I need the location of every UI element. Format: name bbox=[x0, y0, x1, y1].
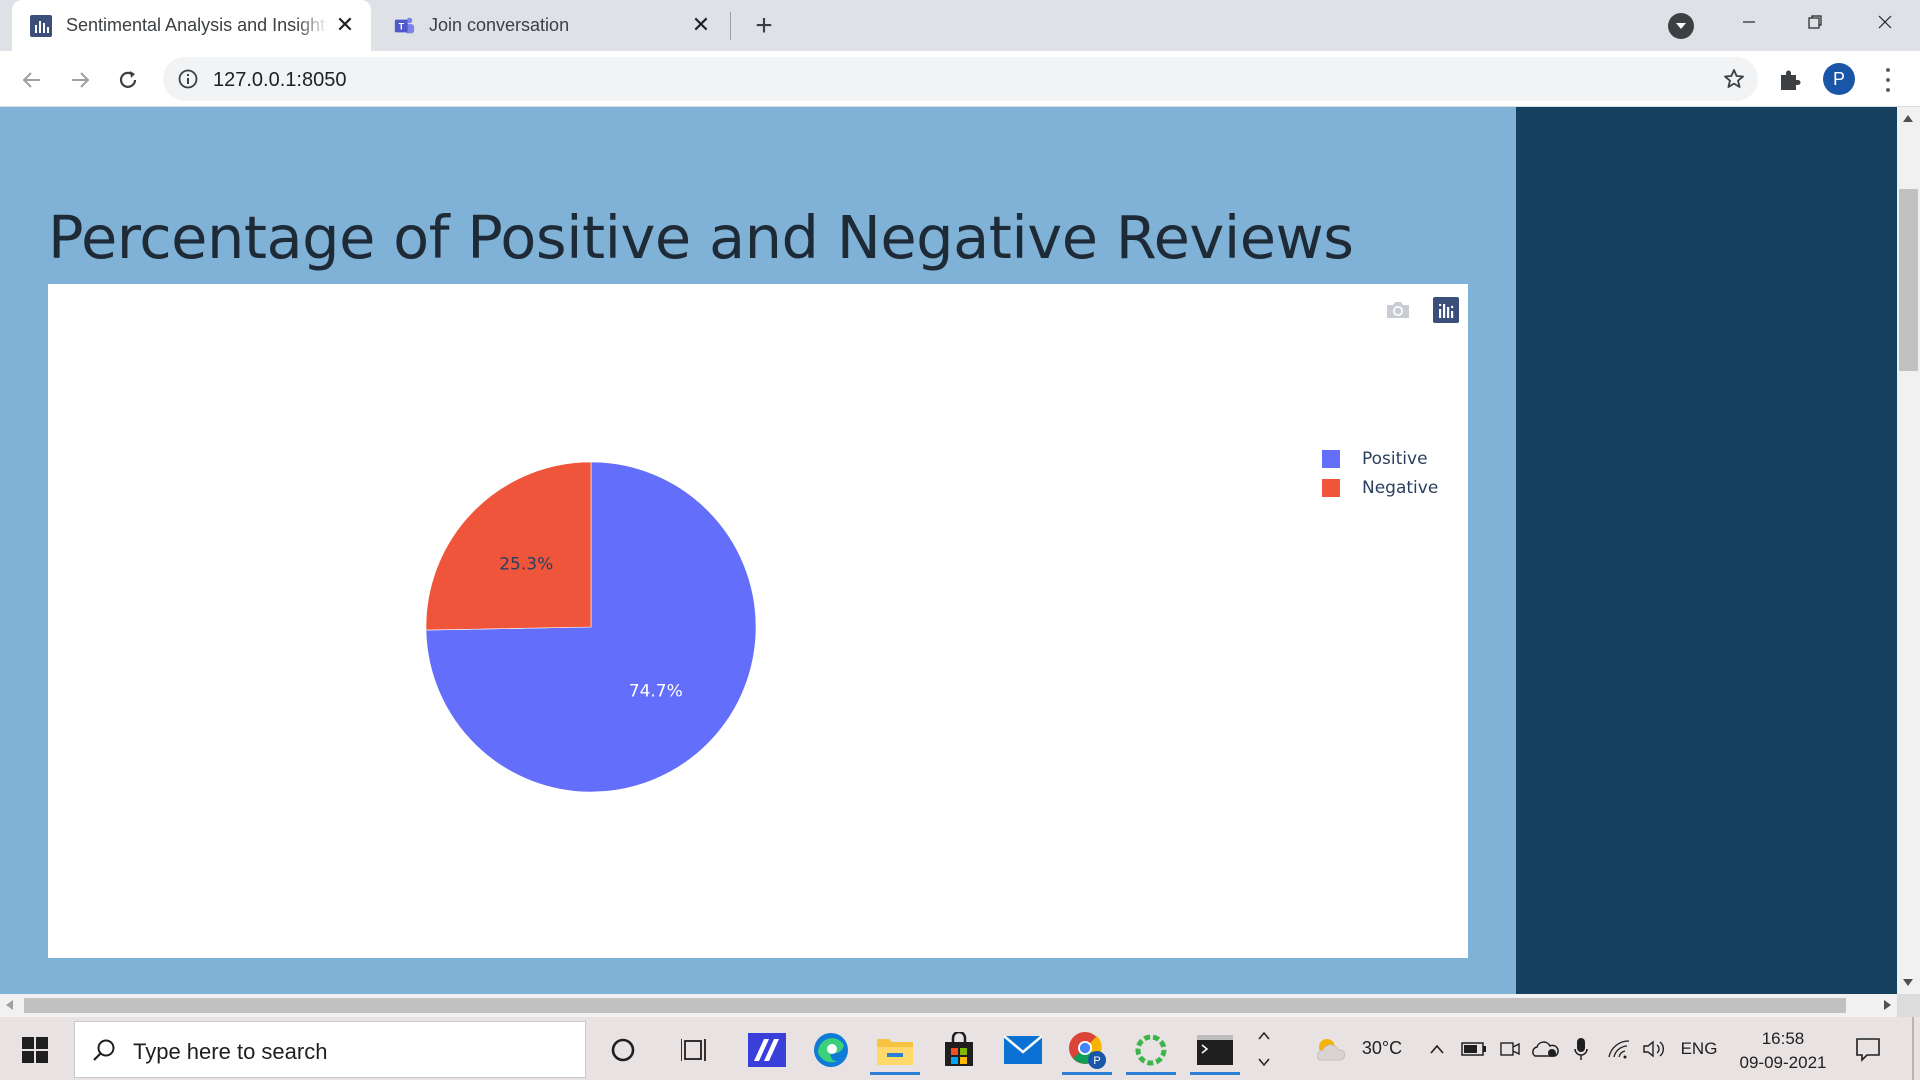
wifi-icon[interactable] bbox=[1604, 1017, 1634, 1080]
more-menu-icon[interactable] bbox=[1878, 65, 1898, 95]
legend-item-negative[interactable]: Negative bbox=[1322, 473, 1438, 502]
reload-button[interactable] bbox=[111, 63, 145, 97]
restore-button[interactable] bbox=[1782, 0, 1848, 44]
profile-avatar[interactable]: P bbox=[1823, 63, 1855, 95]
clock-date: 09-09-2021 bbox=[1739, 1053, 1827, 1072]
scroll-right-arrow-icon[interactable] bbox=[1884, 1000, 1891, 1010]
extensions-puzzle-icon[interactable] bbox=[1776, 67, 1802, 93]
close-icon[interactable]: ✕ bbox=[333, 12, 357, 37]
show-desktop-button[interactable] bbox=[1912, 1017, 1914, 1080]
horizontal-scrollbar[interactable] bbox=[0, 994, 1897, 1017]
pie-chart[interactable]: 74.7% 25.3% bbox=[48, 284, 1468, 958]
tab-separator bbox=[730, 12, 731, 40]
scrollbar-corner bbox=[1897, 994, 1920, 1017]
active-app-underline bbox=[1062, 1072, 1112, 1075]
page-viewport: Percentage of Positive and Negative Revi… bbox=[0, 107, 1897, 994]
taskbar-scroll-arrows-icon[interactable] bbox=[1250, 1017, 1278, 1080]
active-app-underline bbox=[1126, 1072, 1176, 1075]
bookmark-star-icon[interactable] bbox=[1722, 67, 1746, 91]
tab-join-conversation[interactable]: T Join conversation ✕ bbox=[375, 0, 727, 51]
tab-sentimental-analysis[interactable]: Sentimental Analysis and Insights ✕ bbox=[12, 0, 371, 51]
refresh-app-icon[interactable] bbox=[1126, 1025, 1176, 1075]
legend-swatch bbox=[1322, 449, 1340, 468]
taskbar-search-box[interactable]: Type here to search bbox=[74, 1021, 586, 1078]
legend-item-positive[interactable]: Positive bbox=[1322, 444, 1438, 473]
search-placeholder: Type here to search bbox=[133, 1039, 328, 1064]
pie-slice-negative[interactable] bbox=[425, 461, 592, 631]
tab-strip: Sentimental Analysis and Insights ✕ T Jo… bbox=[0, 0, 1920, 51]
info-icon[interactable] bbox=[177, 68, 199, 90]
side-panel bbox=[1516, 107, 1897, 994]
pie-slice-label: 25.3% bbox=[499, 554, 553, 574]
task-view-icon[interactable] bbox=[670, 1025, 720, 1075]
dash-bar-chart-icon bbox=[30, 14, 52, 37]
clock-time: 16:58 bbox=[1761, 1029, 1805, 1048]
pie-chart-card: 74.7% 25.3% Positive Negative bbox=[48, 284, 1468, 958]
vertical-scrollbar[interactable] bbox=[1897, 107, 1920, 994]
chart-legend: Positive Negative bbox=[1322, 444, 1438, 502]
weather-icon[interactable] bbox=[1310, 1017, 1350, 1080]
meet-now-icon[interactable] bbox=[1496, 1017, 1524, 1080]
edge-icon[interactable] bbox=[806, 1025, 856, 1075]
url-text: 127.0.0.1:8050 bbox=[213, 69, 347, 91]
input-language[interactable]: ENG bbox=[1676, 1017, 1722, 1080]
tab-title: Join conversation bbox=[429, 15, 570, 35]
plotly-logo-icon[interactable] bbox=[1432, 296, 1460, 324]
scroll-down-arrow-icon[interactable] bbox=[1903, 979, 1913, 986]
windows-taskbar: Type here to search P 30°C ENG 16:58 09-… bbox=[0, 1017, 1920, 1080]
page-title: Percentage of Positive and Negative Revi… bbox=[48, 203, 1354, 272]
notification-center-icon[interactable] bbox=[1853, 1034, 1883, 1064]
volume-icon[interactable] bbox=[1640, 1017, 1670, 1080]
scroll-left-arrow-icon[interactable] bbox=[6, 1000, 13, 1010]
legend-swatch bbox=[1322, 478, 1340, 497]
legend-label: Positive bbox=[1362, 448, 1428, 469]
teams-icon: T bbox=[393, 15, 415, 37]
forward-button[interactable] bbox=[63, 63, 97, 97]
battery-icon[interactable] bbox=[1460, 1017, 1488, 1080]
terminal-icon[interactable] bbox=[1190, 1025, 1240, 1075]
search-icon bbox=[91, 1038, 117, 1064]
vertical-scroll-thumb[interactable] bbox=[1899, 189, 1918, 371]
chrome-icon[interactable]: P bbox=[1062, 1025, 1112, 1075]
active-app-underline bbox=[1190, 1072, 1240, 1075]
horizontal-scroll-thumb[interactable] bbox=[24, 998, 1846, 1013]
new-tab-button[interactable]: + bbox=[748, 9, 780, 42]
active-app-underline bbox=[870, 1072, 920, 1075]
close-icon[interactable]: ✕ bbox=[689, 12, 713, 37]
plotly-modebar bbox=[1384, 296, 1460, 324]
mail-icon[interactable] bbox=[998, 1025, 1048, 1075]
minimize-button[interactable] bbox=[1716, 0, 1782, 44]
close-window-button[interactable] bbox=[1852, 0, 1918, 44]
tab-title: Sentimental Analysis and Insights bbox=[66, 15, 328, 35]
windows-start-icon[interactable] bbox=[14, 1032, 56, 1068]
browser-toolbar: 127.0.0.1:8050 P bbox=[0, 51, 1920, 107]
store-icon[interactable] bbox=[934, 1025, 984, 1075]
cortana-icon[interactable] bbox=[598, 1025, 648, 1075]
microphone-icon[interactable] bbox=[1568, 1017, 1594, 1080]
pie-slice-label: 74.7% bbox=[629, 682, 683, 702]
svg-text:T: T bbox=[398, 21, 404, 31]
legend-label: Negative bbox=[1362, 477, 1439, 498]
back-button[interactable] bbox=[15, 63, 49, 97]
weather-temperature[interactable]: 30°C bbox=[1352, 1017, 1412, 1080]
taskbar-clock[interactable]: 16:58 09-09-2021 bbox=[1728, 1027, 1838, 1075]
camera-icon[interactable] bbox=[1384, 296, 1412, 324]
svg-text:P: P bbox=[1093, 1055, 1100, 1067]
scroll-up-arrow-icon[interactable] bbox=[1903, 115, 1913, 122]
file-explorer-icon[interactable] bbox=[870, 1025, 920, 1075]
tab-search-icon[interactable] bbox=[1668, 13, 1694, 39]
address-bar[interactable]: 127.0.0.1:8050 bbox=[163, 57, 1758, 101]
onedrive-icon[interactable] bbox=[1530, 1017, 1560, 1080]
vsto-icon[interactable] bbox=[742, 1025, 792, 1075]
chevron-up-icon[interactable] bbox=[1424, 1017, 1450, 1080]
